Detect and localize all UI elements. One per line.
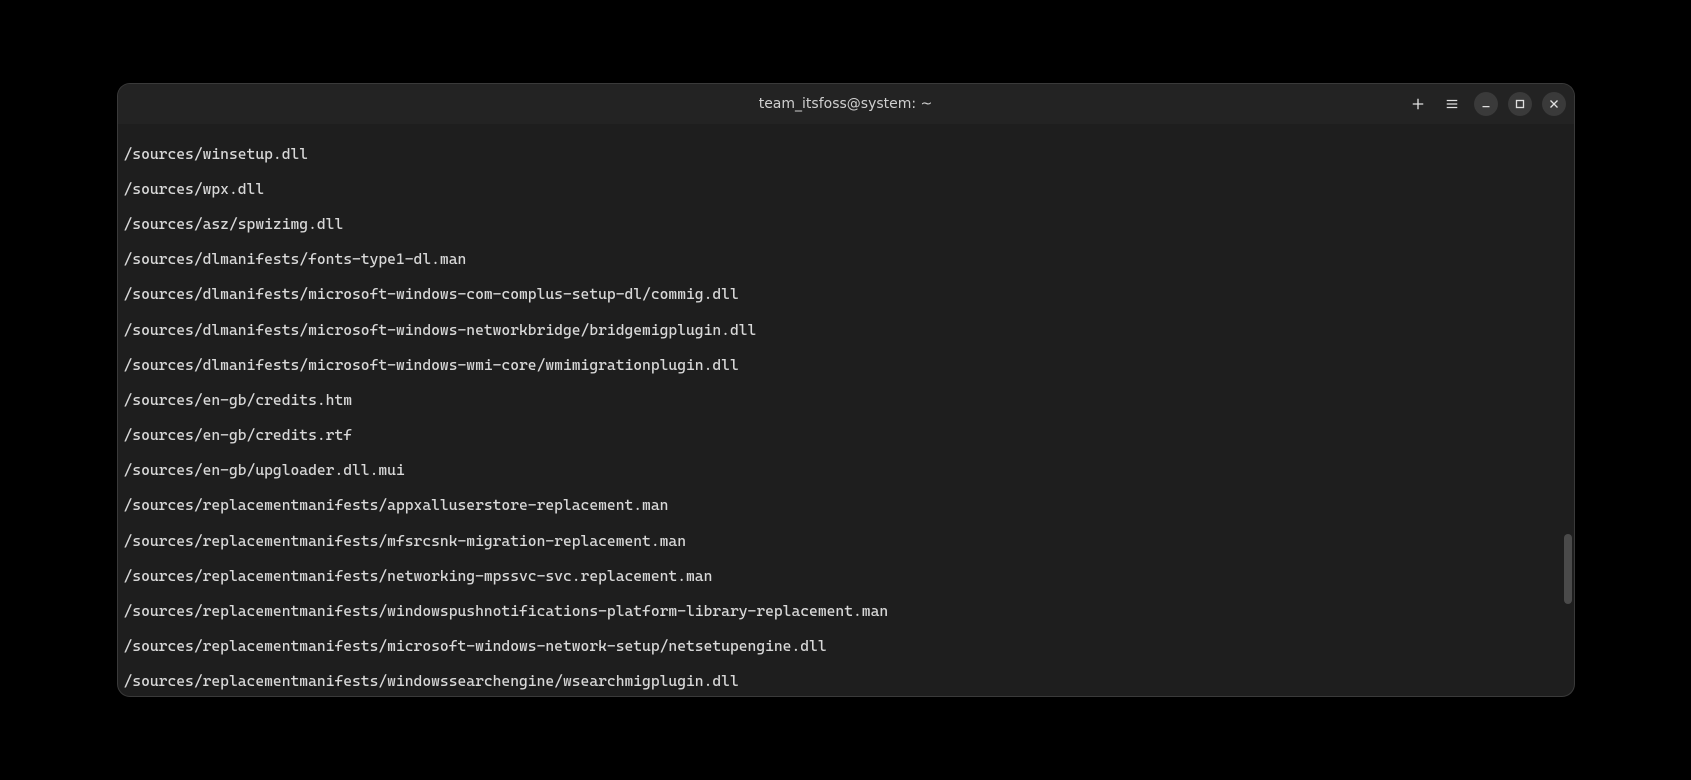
output-line: /sources/dlmanifests/fonts-type1-dl.man <box>124 251 1568 269</box>
titlebar: team_itsfoss@system: ~ <box>118 84 1574 124</box>
menu-button[interactable] <box>1440 92 1464 116</box>
window-title: team_itsfoss@system: ~ <box>759 96 933 112</box>
minimize-button[interactable] <box>1474 92 1498 116</box>
output-line: /sources/replacementmanifests/networking… <box>124 568 1568 586</box>
scrollbar-thumb[interactable] <box>1564 534 1572 604</box>
output-line: /sources/replacementmanifests/mfsrcsnk-m… <box>124 533 1568 551</box>
output-line: /sources/asz/spwizimg.dll <box>124 216 1568 234</box>
output-line: /sources/replacementmanifests/appxalluse… <box>124 497 1568 515</box>
minimize-icon <box>1479 97 1493 111</box>
new-tab-button[interactable] <box>1406 92 1430 116</box>
output-line: /sources/replacementmanifests/windowspus… <box>124 603 1568 621</box>
output-line: /sources/wpx.dll <box>124 181 1568 199</box>
close-icon <box>1547 97 1561 111</box>
output-line: /sources/dlmanifests/microsoft-windows-c… <box>124 286 1568 304</box>
terminal-output[interactable]: /sources/winsetup.dll /sources/wpx.dll /… <box>118 124 1574 696</box>
output-line: /sources/dlmanifests/microsoft-windows-n… <box>124 322 1568 340</box>
output-line: /sources/en-gb/credits.htm <box>124 392 1568 410</box>
output-line: /sources/en-gb/upgloader.dll.mui <box>124 462 1568 480</box>
terminal-window: team_itsfoss@system: ~ /sources/winsetup… <box>118 84 1574 696</box>
maximize-icon <box>1513 97 1527 111</box>
maximize-button[interactable] <box>1508 92 1532 116</box>
output-line: /sources/dlmanifests/microsoft-windows-w… <box>124 357 1568 375</box>
plus-icon <box>1411 97 1425 111</box>
output-line: /sources/replacementmanifests/microsoft-… <box>124 638 1568 656</box>
window-controls <box>1406 92 1566 116</box>
hamburger-icon <box>1445 97 1459 111</box>
output-line: /sources/replacementmanifests/windowssea… <box>124 673 1568 691</box>
output-line: /sources/en-gb/credits.rtf <box>124 427 1568 445</box>
output-line: /sources/winsetup.dll <box>124 146 1568 164</box>
close-button[interactable] <box>1542 92 1566 116</box>
